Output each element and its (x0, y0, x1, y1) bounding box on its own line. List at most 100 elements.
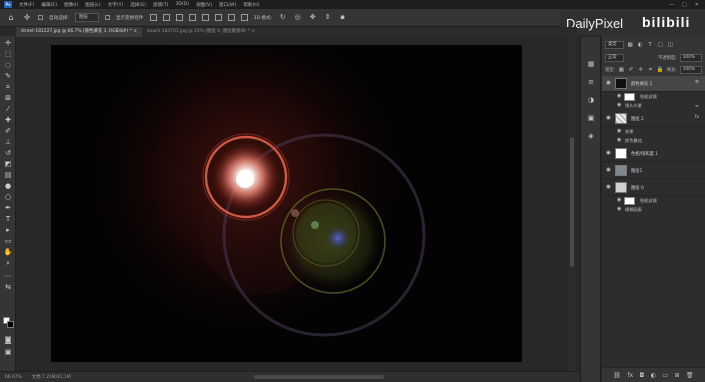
filter-name[interactable]: 镜头光晕 (625, 103, 642, 109)
visibility-eye-icon[interactable]: ◉ (617, 102, 621, 108)
screen-mode-icon[interactable]: ▣ (3, 348, 13, 357)
quick-select-tool-icon[interactable]: ✎ (3, 72, 13, 81)
blend-mode-dropdown[interactable]: 正常 (605, 54, 624, 62)
layer-name[interactable]: 图层 2 (631, 116, 644, 122)
3d-slide-icon[interactable]: ⇕ (323, 13, 332, 22)
eraser-tool-icon[interactable]: ◩ (3, 160, 13, 169)
lock-paint-icon[interactable]: ✐ (628, 67, 635, 74)
align-middle-icon[interactable] (162, 14, 170, 21)
lock-pixels-icon[interactable]: ▦ (618, 67, 625, 74)
3d-scale-icon[interactable]: ▪ (338, 13, 347, 22)
smart-filters-row[interactable]: ◉ 智能滤镜 (602, 197, 705, 205)
move-tool-icon[interactable]: ✛ (3, 39, 13, 48)
history-panel-icon[interactable]: ▦ (586, 59, 596, 69)
distribute-horizontal-icon[interactable] (240, 14, 248, 21)
menu-type[interactable]: 文字(Y) (108, 2, 124, 8)
brush-tool-icon[interactable]: ✐ (3, 127, 13, 136)
lock-move-icon[interactable]: ✛ (637, 67, 644, 74)
visibility-eye-icon[interactable]: ◉ (617, 93, 621, 99)
filter-options-icon[interactable]: ⚌ (695, 103, 699, 108)
show-transform-checkbox[interactable] (104, 15, 110, 20)
visibility-eye-icon[interactable]: ◉ (617, 197, 621, 203)
menu-3d[interactable]: 3D(D) (175, 2, 189, 7)
gradient-tool-icon[interactable]: ▤ (3, 171, 13, 180)
menu-file[interactable]: 文件(F) (19, 2, 34, 8)
filter-smart-icon[interactable]: ◫ (667, 42, 674, 49)
dodge-tool-icon[interactable]: ○ (3, 193, 13, 202)
healing-brush-icon[interactable]: ✚ (3, 116, 13, 125)
filter-pixel-icon[interactable]: ▩ (627, 42, 634, 49)
filter-row[interactable]: ◉ 镜头光晕 ⚌ (602, 102, 705, 110)
layer-kind-filter[interactable]: 类型 (605, 41, 624, 49)
layer-name[interactable]: 图层 0 (631, 185, 644, 191)
link-layers-icon[interactable]: ⛓ (613, 372, 621, 379)
smart-filters-row[interactable]: ◉ 智能滤镜 (602, 93, 705, 101)
rectangle-tool-icon[interactable]: ▭ (3, 237, 13, 246)
crop-tool-icon[interactable]: ⌗ (3, 83, 13, 92)
visibility-eye-icon[interactable]: ◉ (605, 150, 612, 157)
new-layer-icon[interactable]: ⊞ (675, 372, 680, 379)
marquee-tool-icon[interactable]: ⬚ (3, 50, 13, 59)
menu-image[interactable]: 图像(I) (64, 2, 78, 8)
layer-name[interactable]: 颜色填充 1 (631, 81, 652, 87)
adjustments-panel-icon[interactable]: ◑ (586, 95, 596, 105)
menu-view[interactable]: 视图(V) (196, 2, 212, 8)
channels-panel-icon[interactable]: ◈ (586, 131, 596, 141)
minimize-icon[interactable]: — (669, 2, 674, 8)
menu-edit[interactable]: 编辑(E) (41, 2, 57, 8)
align-right-icon[interactable] (214, 14, 222, 21)
3d-drag-icon[interactable]: ✥ (308, 13, 317, 22)
history-brush-icon[interactable]: ↺ (3, 149, 13, 158)
visibility-eye-icon[interactable]: ◉ (617, 206, 621, 212)
new-adjustment-icon[interactable]: ◐ (651, 372, 656, 379)
move-tool-icon[interactable]: ✛ (22, 13, 32, 23)
clone-stamp-icon[interactable]: ⊥ (3, 138, 13, 147)
distribute-icon[interactable] (227, 14, 235, 21)
filter-adjust-icon[interactable]: ◐ (637, 42, 644, 49)
filter-type-icon[interactable]: T (647, 42, 654, 49)
add-style-icon[interactable]: fx (627, 372, 633, 379)
effect-name[interactable]: 颜色叠加 (625, 138, 642, 144)
visibility-eye-icon[interactable]: ◉ (605, 167, 612, 174)
close-icon[interactable]: ✕ (695, 2, 699, 8)
auto-select-checkbox[interactable] (38, 15, 43, 20)
layer-row[interactable]: ◉ 图层1 (602, 163, 705, 179)
zoom-tool-icon[interactable]: ⌕ (3, 259, 13, 268)
3d-roll-icon[interactable]: ◎ (293, 13, 302, 22)
lock-all-icon[interactable]: 🔒 (657, 67, 664, 74)
align-top-icon[interactable] (149, 14, 157, 21)
visibility-eye-icon[interactable]: ◉ (605, 80, 612, 87)
visibility-eye-icon[interactable]: ◉ (605, 115, 612, 122)
menu-layer[interactable]: 图层(L) (85, 2, 100, 8)
delete-layer-icon[interactable]: 🗑 (686, 372, 694, 379)
home-icon[interactable]: ⌂ (6, 13, 16, 23)
tab-street[interactable]: street-181227.jpg @ 66.7% (颜色填充 1, RGB/8… (16, 27, 142, 37)
align-center-icon[interactable] (201, 14, 209, 21)
horizontal-scroll-thumb[interactable] (254, 375, 384, 379)
tab-beach[interactable]: beach-183701.jpg @ 25% (图层 0, 图层蒙版/8) * … (141, 27, 260, 37)
vertical-scrollbar[interactable] (568, 37, 576, 371)
visibility-eye-icon[interactable]: ◉ (605, 184, 612, 191)
effects-row[interactable]: ◉ 效果 (602, 128, 705, 136)
pen-tool-icon[interactable]: ✒ (3, 204, 13, 213)
layer-name[interactable]: 色相/饱和度 1 (631, 151, 658, 157)
vertical-scroll-thumb[interactable] (570, 137, 574, 267)
menu-filter[interactable]: 滤镜(T) (153, 2, 169, 8)
fill-input[interactable]: 100% (679, 66, 702, 74)
document-canvas[interactable] (51, 45, 522, 362)
type-tool-icon[interactable]: T (3, 215, 13, 224)
frame-tool-icon[interactable]: ⊠ (3, 94, 13, 103)
eyedropper-tool-icon[interactable]: ⁄ (3, 105, 13, 114)
align-bottom-icon[interactable] (175, 14, 183, 21)
hand-tool-icon[interactable]: ✋ (3, 248, 13, 257)
lasso-tool-icon[interactable]: ◌ (3, 61, 13, 70)
zoom-level[interactable]: 66.67% (5, 375, 22, 380)
blur-tool-icon[interactable]: ● (3, 182, 13, 191)
filter-name[interactable]: 模糊画廊 (625, 207, 642, 213)
effect-row[interactable]: ◉ 颜色叠加 (602, 137, 705, 145)
background-color-swatch[interactable] (7, 321, 14, 328)
layer-dropdown[interactable]: 图层 (74, 13, 99, 22)
layer-name[interactable]: 图层1 (631, 168, 642, 174)
lock-artboard-icon[interactable]: ⌗ (647, 67, 654, 74)
properties-panel-icon[interactable]: ≡ (586, 77, 596, 87)
